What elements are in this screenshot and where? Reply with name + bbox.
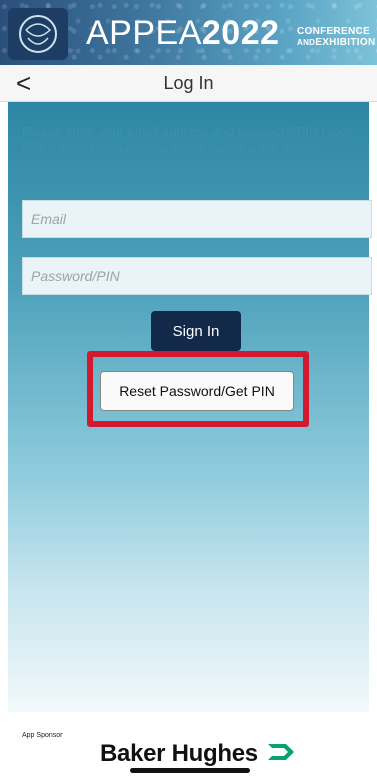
footer: App Sponsor Baker Hughes (0, 712, 377, 776)
banner-sub-line2: ANDEXHIBITION (297, 37, 375, 48)
page-title: Log In (163, 73, 214, 93)
appea-logo-graphic (19, 15, 57, 53)
nav-bar: < Log In (0, 65, 377, 102)
sponsor-logo: Baker Hughes (100, 740, 298, 768)
banner-sub-and: AND (297, 38, 316, 47)
banner-year: 2022 (201, 14, 280, 52)
banner-sub-exhibition: EXHIBITION (315, 37, 376, 48)
home-indicator (130, 768, 250, 773)
email-field[interactable] (22, 200, 372, 238)
banner-title-text: APPEA (86, 14, 202, 52)
header-banner: APPEA2022 CONFERENCE ANDEXHIBITION (0, 0, 377, 65)
login-instructions: Please enter your email address and pass… (22, 124, 352, 171)
password-field[interactable] (22, 257, 372, 295)
banner-title: APPEA2022 (86, 14, 280, 52)
banner-subtitle: CONFERENCE ANDEXHIBITION (297, 26, 375, 48)
sign-in-button[interactable]: Sign In (151, 311, 241, 351)
reset-password-button[interactable]: Reset Password/Get PIN (100, 371, 294, 411)
sponsor-name: Baker Hughes (100, 740, 258, 767)
appea-logo-icon (8, 8, 68, 60)
banner-sub-line1: CONFERENCE (297, 26, 371, 37)
sponsor-label: App Sponsor (22, 732, 63, 739)
baker-hughes-icon (267, 744, 294, 760)
